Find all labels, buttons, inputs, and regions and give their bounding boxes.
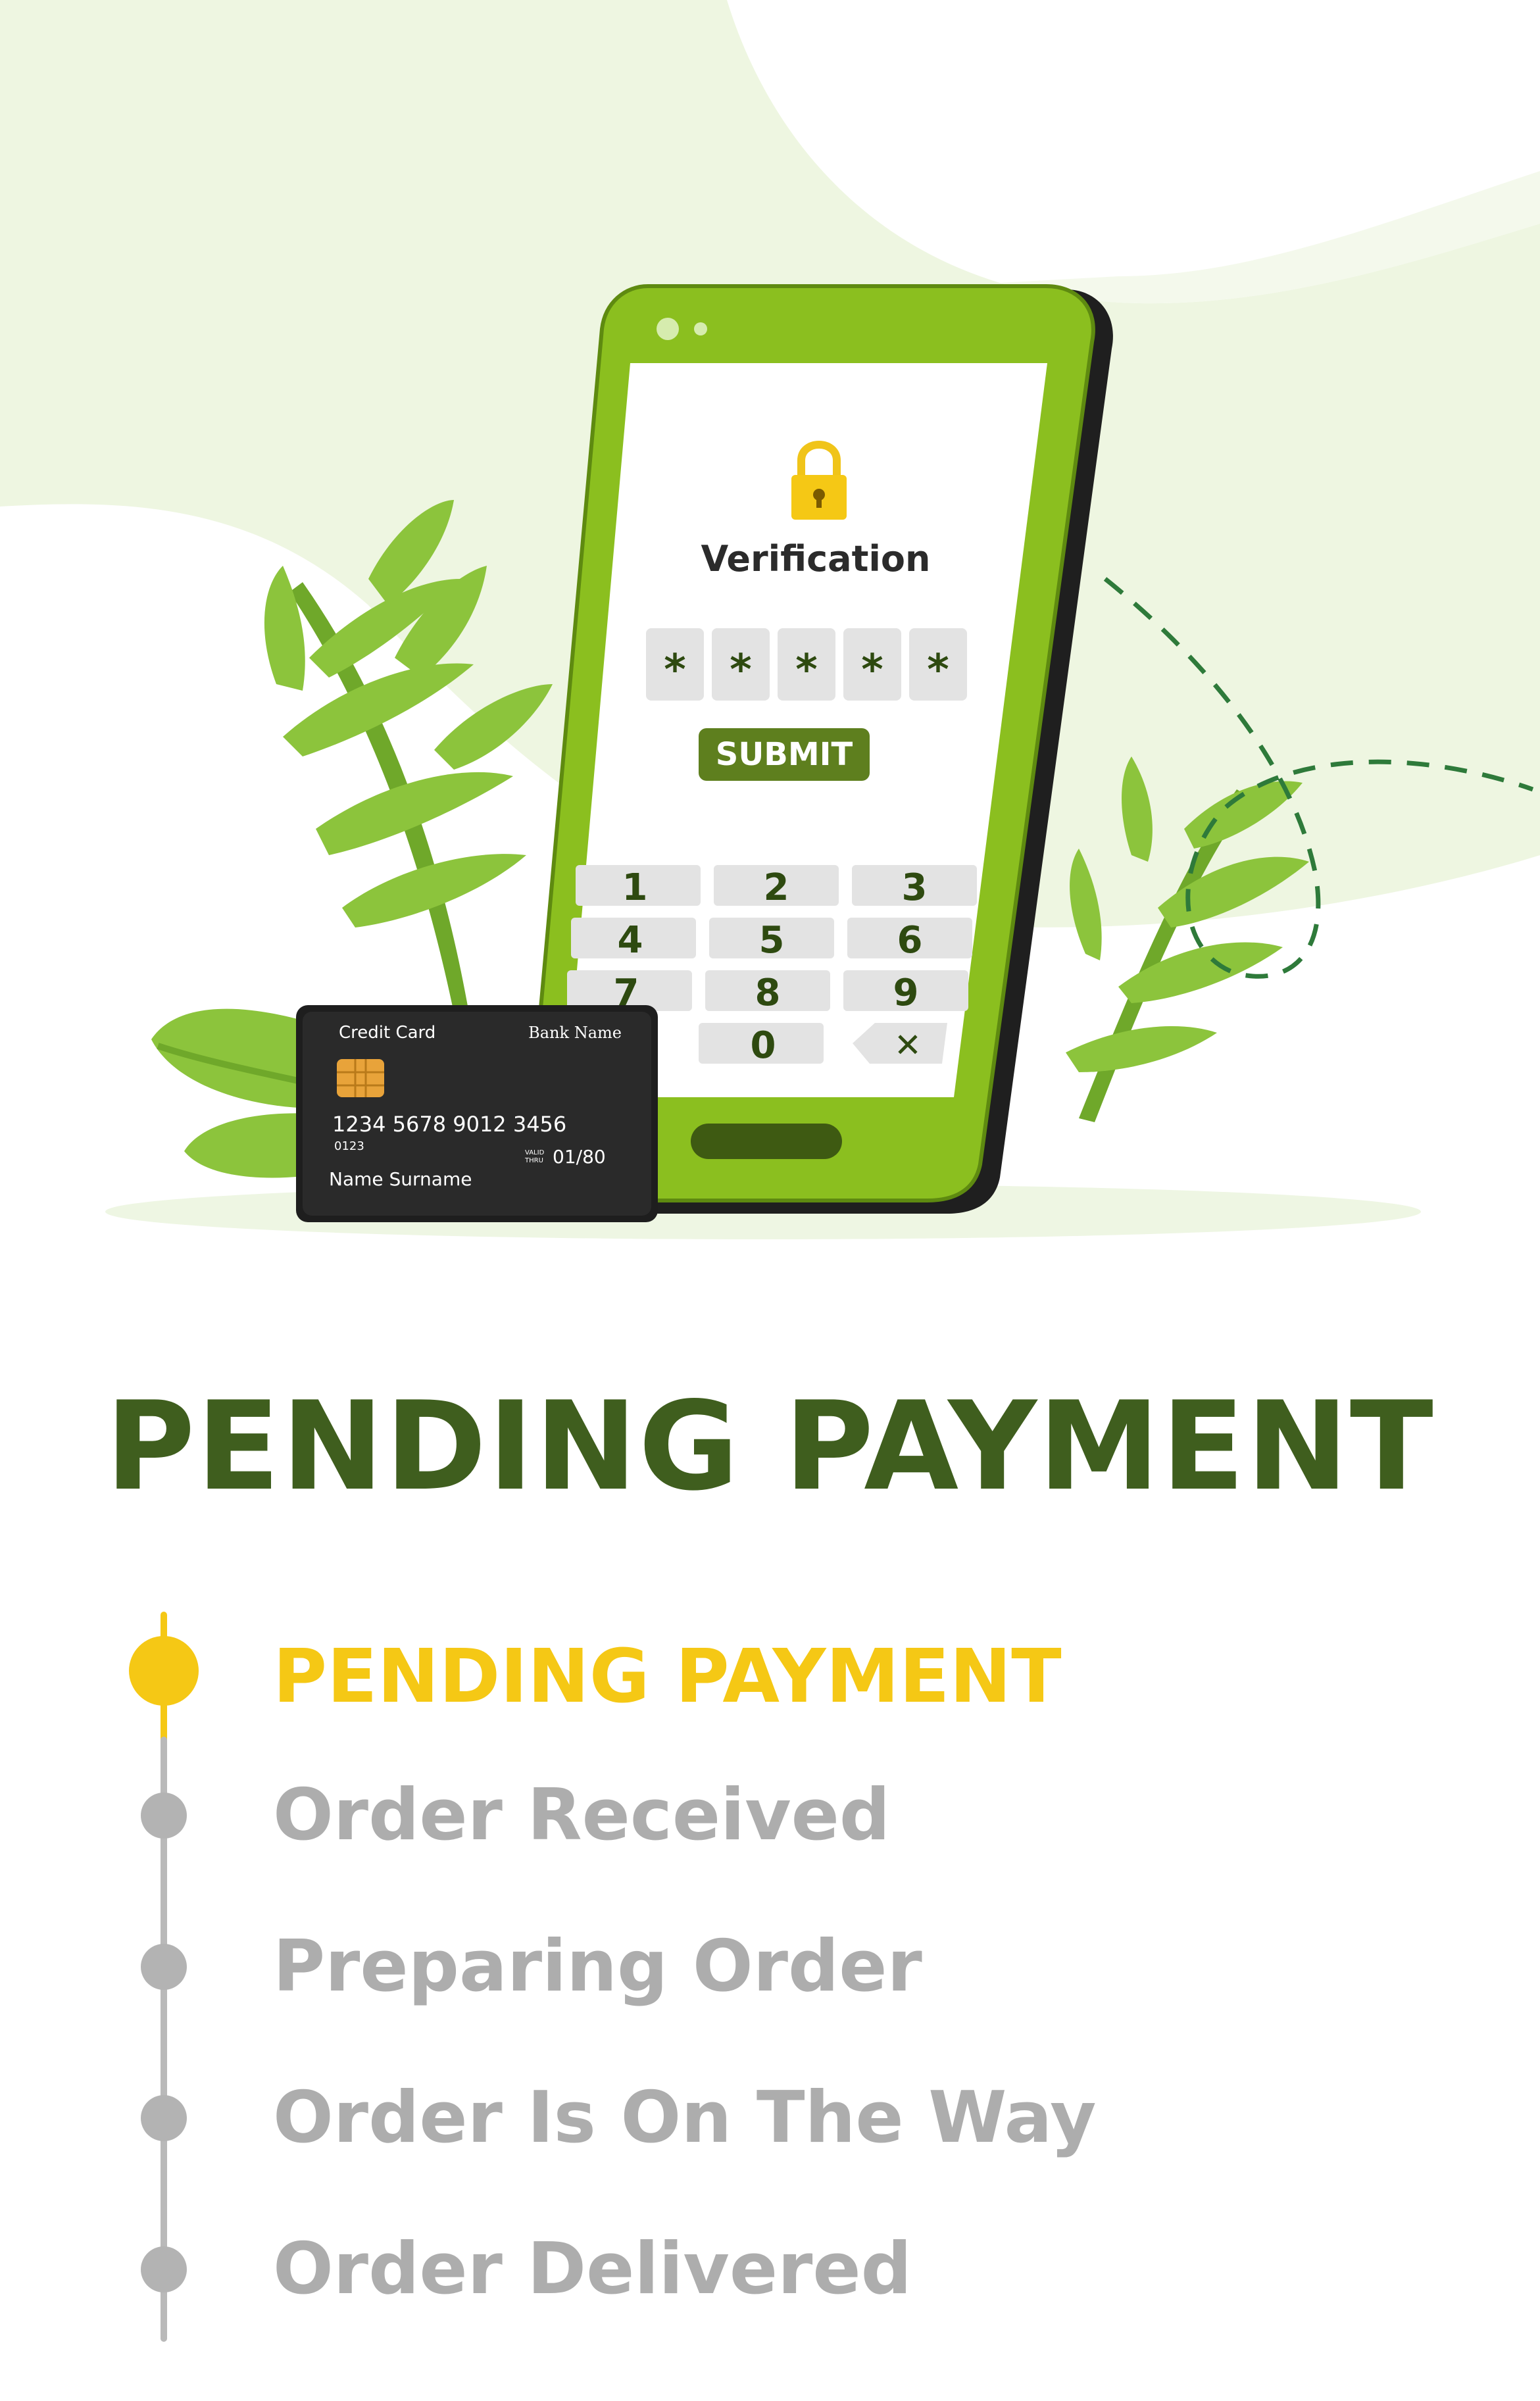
step-label-preparing-order: Preparing Order xyxy=(273,1925,922,2008)
submit-button[interactable]: SUBMIT xyxy=(699,728,870,781)
pin-digit: * xyxy=(795,646,817,695)
credit-card: Credit Card Bank Name 1234 5678 9012 345… xyxy=(296,1005,658,1222)
thru-label: THRU xyxy=(524,1157,543,1164)
step-dot xyxy=(141,1944,187,1990)
key-label: 8 xyxy=(755,972,781,1014)
step-dot xyxy=(141,1793,187,1839)
card-bank-name: Bank Name xyxy=(528,1024,622,1042)
card-number: 1234 5678 9012 3456 xyxy=(332,1112,566,1137)
page-title: PENDING PAYMENT xyxy=(105,1375,1435,1518)
card-small-number: 0123 xyxy=(334,1139,364,1153)
key-label: 6 xyxy=(897,919,923,962)
chip-icon xyxy=(337,1059,384,1097)
home-button xyxy=(691,1124,842,1159)
key-label: 0 xyxy=(751,1024,776,1067)
pin-digit: * xyxy=(664,646,685,695)
pin-boxes: * * * * * xyxy=(646,628,967,701)
step-label-pending-payment: PENDING PAYMENT xyxy=(273,1634,1062,1720)
pin-digit: * xyxy=(927,646,949,695)
screen-title: Verification xyxy=(701,538,931,580)
sensor-icon xyxy=(694,322,707,335)
step-label-order-on-the-way: Order Is On The Way xyxy=(273,2077,1097,2159)
key-label: 3 xyxy=(902,866,928,909)
card-expiry: 01/80 xyxy=(553,1146,606,1168)
key-label: 4 xyxy=(618,919,643,962)
hero-illustration: Verification * * * * * SUBMIT 1 2 3 4 5 xyxy=(0,0,1540,1239)
delete-icon: ✕ xyxy=(894,1026,922,1064)
step-label-order-received: Order Received xyxy=(273,1774,891,1856)
key-label: 9 xyxy=(893,972,919,1014)
timeline-line xyxy=(161,1737,167,2342)
step-dot xyxy=(141,2246,187,2292)
pin-digit: * xyxy=(861,646,883,695)
step-dot xyxy=(141,2095,187,2141)
pin-digit: * xyxy=(730,646,751,695)
timeline-line-active xyxy=(161,1612,167,1743)
step-dot-active xyxy=(129,1636,199,1706)
card-label: Credit Card xyxy=(339,1023,435,1043)
card-holder: Name Surname xyxy=(329,1168,472,1190)
valid-label: VALID xyxy=(525,1149,545,1156)
submit-label: SUBMIT xyxy=(716,736,853,773)
key-label: 5 xyxy=(759,919,785,962)
key-label: 1 xyxy=(622,866,648,909)
key-label: 2 xyxy=(764,866,789,909)
step-label-order-delivered: Order Delivered xyxy=(273,2228,912,2310)
camera-icon xyxy=(657,318,679,340)
